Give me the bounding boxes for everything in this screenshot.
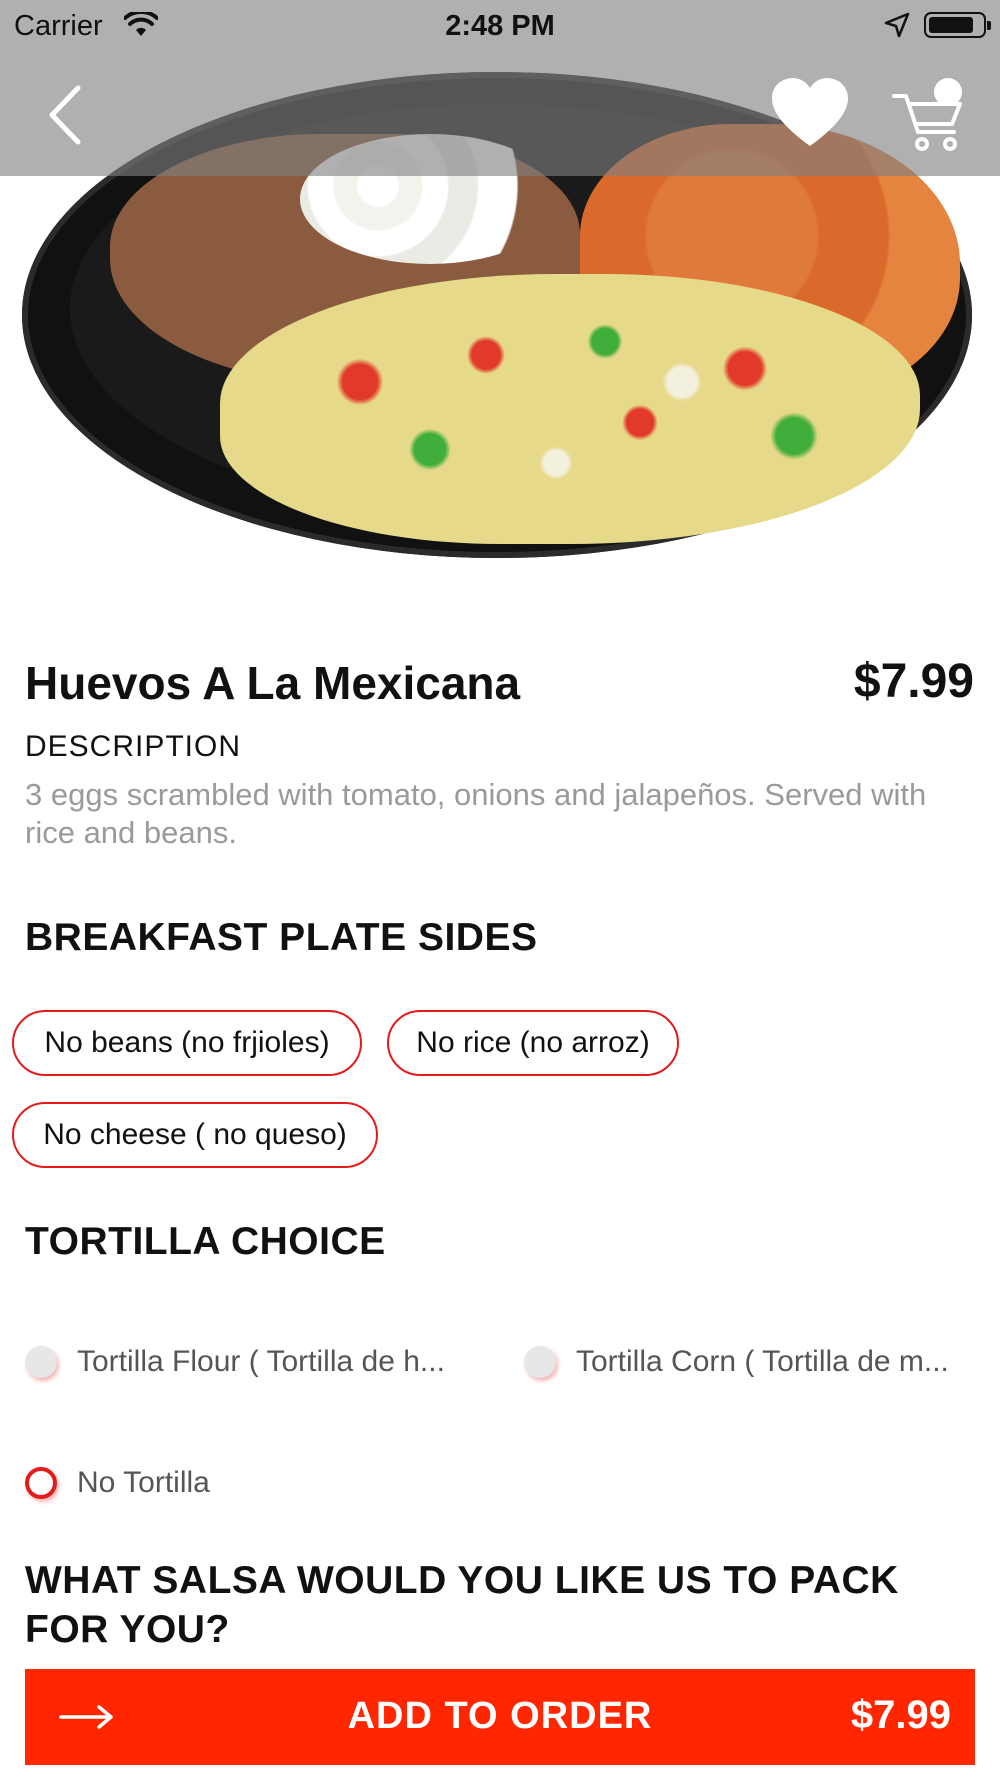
salsa-section-title: WHAT SALSA WOULD YOU LIKE US TO PACK FOR… [25,1559,899,1651]
radio-label: Tortilla Corn ( Tortilla de m... [576,1345,949,1378]
sides-section-title: BREAKFAST PLATE SIDES [25,916,538,959]
chip-no-rice[interactable]: No rice (no arroz) [387,1010,679,1076]
item-title: Huevos A La Mexicana [25,657,521,709]
heart-icon[interactable] [770,76,850,150]
radio-button-selected[interactable] [25,1467,57,1499]
description-label: DESCRIPTION [25,730,242,763]
radio-option-no-tortilla[interactable]: No Tortilla [25,1460,210,1506]
tortilla-section-title: TORTILLA CHOICE [25,1220,386,1263]
add-to-order-price: $7.99 [850,1693,951,1737]
radio-button[interactable] [25,1346,57,1378]
radio-label: Tortilla Flour ( Tortilla de h... [77,1345,445,1378]
radio-label: No Tortilla [77,1466,210,1499]
location-arrow-icon [884,12,910,38]
item-price: $7.99 [853,655,974,708]
add-to-order-label: ADD TO ORDER [347,1695,653,1737]
status-bar: Carrier 2:48 PM [0,0,1000,50]
top-nav-bar: Carrier 2:48 PM [0,0,1000,176]
add-to-order-button[interactable]: ADD TO ORDER $7.99 [25,1669,975,1765]
radio-button[interactable] [524,1346,556,1378]
radio-option-tortilla-flour[interactable]: Tortilla Flour ( Tortilla de h... [25,1339,445,1385]
chip-no-cheese[interactable]: No cheese ( no queso) [12,1102,378,1168]
back-chevron-icon[interactable] [40,80,92,150]
battery-icon [924,12,991,38]
status-time: 2:48 PM [445,10,555,42]
cart-icon[interactable] [890,76,970,156]
radio-option-tortilla-corn[interactable]: Tortilla Corn ( Tortilla de m... [524,1339,949,1385]
description-text: 3 eggs scrambled with tomato, onions and… [25,777,927,850]
chip-no-beans[interactable]: No beans (no frjioles) [12,1010,362,1076]
